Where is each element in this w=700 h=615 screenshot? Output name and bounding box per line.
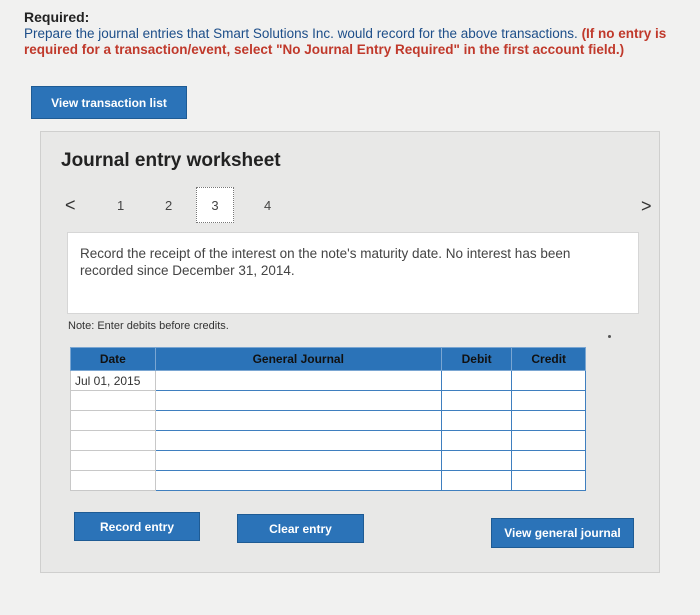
record-entry-button[interactable]: Record entry bbox=[74, 512, 200, 541]
view-general-journal-button[interactable]: View general journal bbox=[491, 518, 634, 548]
debit-column-header: Debit bbox=[440, 347, 513, 371]
account-input[interactable] bbox=[154, 390, 442, 411]
date-cell bbox=[70, 450, 156, 471]
table-row bbox=[70, 390, 586, 411]
date-cell bbox=[70, 470, 156, 491]
credit-input[interactable] bbox=[511, 390, 586, 411]
table-row bbox=[70, 410, 586, 431]
prev-page-icon[interactable]: < bbox=[65, 195, 76, 216]
debit-input[interactable] bbox=[440, 470, 513, 491]
worksheet-title: Journal entry worksheet bbox=[61, 150, 281, 171]
credit-input[interactable] bbox=[511, 470, 586, 491]
date-cell: Jul 01, 2015 bbox=[70, 370, 156, 391]
debit-input[interactable] bbox=[440, 450, 513, 471]
credit-column-header: Credit bbox=[511, 347, 586, 371]
credit-input[interactable] bbox=[511, 430, 586, 451]
transaction-description: Record the receipt of the interest on th… bbox=[67, 232, 639, 314]
debit-credit-note: Note: Enter debits before credits. bbox=[68, 320, 229, 332]
view-transaction-list-button[interactable]: View transaction list bbox=[31, 86, 187, 119]
instructions: Prepare the journal entries that Smart S… bbox=[24, 26, 674, 58]
date-cell bbox=[70, 390, 156, 411]
date-cell bbox=[70, 410, 156, 431]
table-row: Jul 01, 2015 bbox=[70, 370, 586, 391]
next-page-icon[interactable]: > bbox=[641, 196, 652, 217]
general-journal-table: Date General Journal Debit Credit Jul 01… bbox=[70, 347, 586, 491]
date-cell bbox=[70, 430, 156, 451]
journal-entry-worksheet: Journal entry worksheet < 1 2 3 4 > Reco… bbox=[40, 131, 660, 573]
date-column-header: Date bbox=[70, 347, 156, 371]
account-input[interactable] bbox=[154, 410, 442, 431]
account-input[interactable] bbox=[154, 430, 442, 451]
page-3-tab[interactable]: 3 bbox=[196, 187, 234, 223]
dot-marker bbox=[608, 335, 611, 338]
general-journal-column-header: General Journal bbox=[154, 347, 442, 371]
account-input[interactable] bbox=[154, 450, 442, 471]
table-header-row: Date General Journal Debit Credit bbox=[70, 347, 586, 371]
table-row bbox=[70, 470, 586, 491]
page-4-tab[interactable]: 4 bbox=[264, 198, 271, 213]
required-title: Required: bbox=[24, 9, 90, 25]
credit-input[interactable] bbox=[511, 450, 586, 471]
table-row bbox=[70, 430, 586, 451]
page-1-tab[interactable]: 1 bbox=[117, 198, 124, 213]
debit-input[interactable] bbox=[440, 370, 513, 391]
debit-input[interactable] bbox=[440, 430, 513, 451]
credit-input[interactable] bbox=[511, 410, 586, 431]
debit-input[interactable] bbox=[440, 390, 513, 411]
instructions-text: Prepare the journal entries that Smart S… bbox=[24, 26, 578, 41]
page-2-tab[interactable]: 2 bbox=[165, 198, 172, 213]
credit-input[interactable] bbox=[511, 370, 586, 391]
table-row bbox=[70, 450, 586, 471]
account-input[interactable] bbox=[154, 470, 442, 491]
account-input[interactable] bbox=[154, 370, 442, 391]
debit-input[interactable] bbox=[440, 410, 513, 431]
clear-entry-button[interactable]: Clear entry bbox=[237, 514, 364, 543]
